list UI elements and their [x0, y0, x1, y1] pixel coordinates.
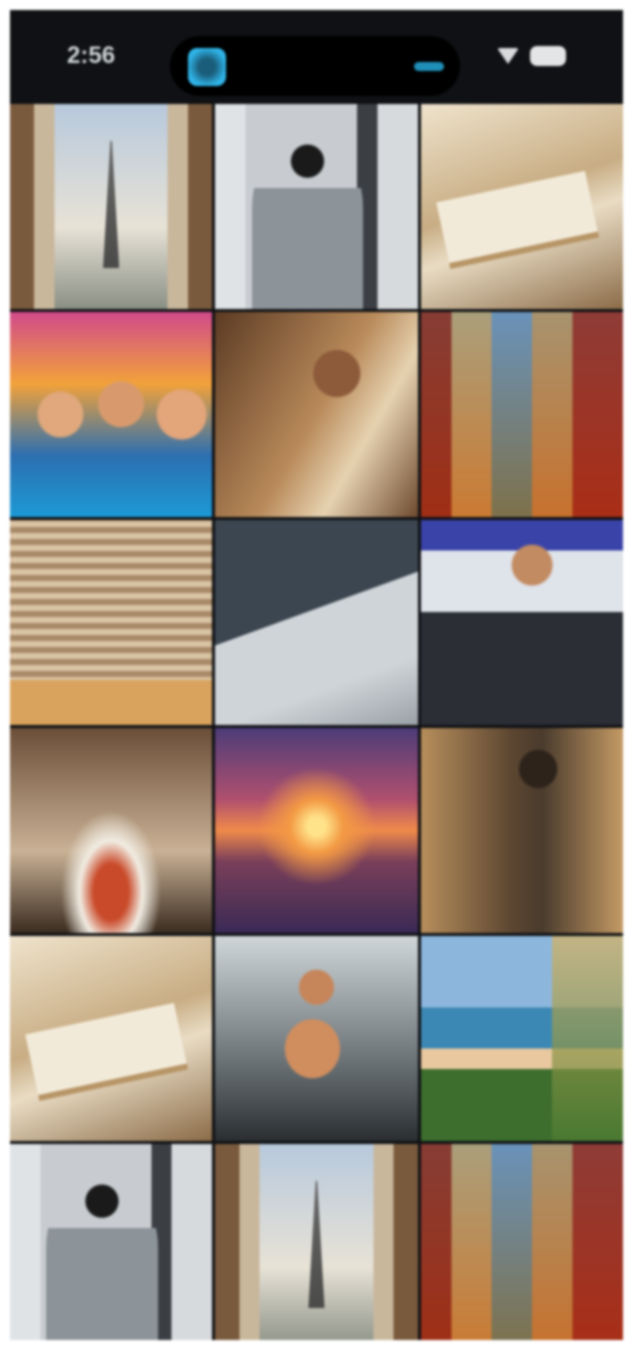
activity-indicator-icon [414, 62, 444, 71]
dynamic-island[interactable] [170, 36, 460, 96]
phone-screen: 2:56 [10, 10, 623, 1340]
wifi-icon [497, 48, 519, 64]
photo-eiffel-window[interactable] [215, 1144, 418, 1340]
status-time: 2:56 [67, 42, 116, 69]
battery-icon [530, 46, 566, 66]
photo-marathon-selfie[interactable] [420, 520, 623, 725]
photo-dinner-table[interactable] [10, 728, 213, 933]
photo-cafe-reading[interactable] [215, 312, 418, 517]
status-bar: 2:56 [10, 10, 623, 104]
photo-mirror-selfie[interactable] [215, 104, 418, 309]
photo-gym-workout[interactable] [215, 936, 418, 1141]
photo-book-stacks[interactable] [10, 520, 213, 725]
photo-grid [10, 104, 623, 1340]
app-activity-icon [188, 48, 226, 86]
photo-sunset-sea[interactable] [215, 728, 418, 933]
photo-tropical-beach[interactable] [420, 936, 623, 1141]
photo-cafe-person[interactable] [420, 728, 623, 933]
photo-friends-selfie[interactable] [10, 312, 213, 517]
photo-open-book[interactable] [420, 104, 623, 309]
photo-laptop-code[interactable] [215, 520, 418, 725]
photo-open-book[interactable] [10, 936, 213, 1141]
photo-city-street[interactable] [420, 312, 623, 517]
photo-city-street[interactable] [420, 1144, 623, 1340]
photo-mirror-selfie[interactable] [10, 1144, 213, 1340]
photo-eiffel-window[interactable] [10, 104, 213, 309]
